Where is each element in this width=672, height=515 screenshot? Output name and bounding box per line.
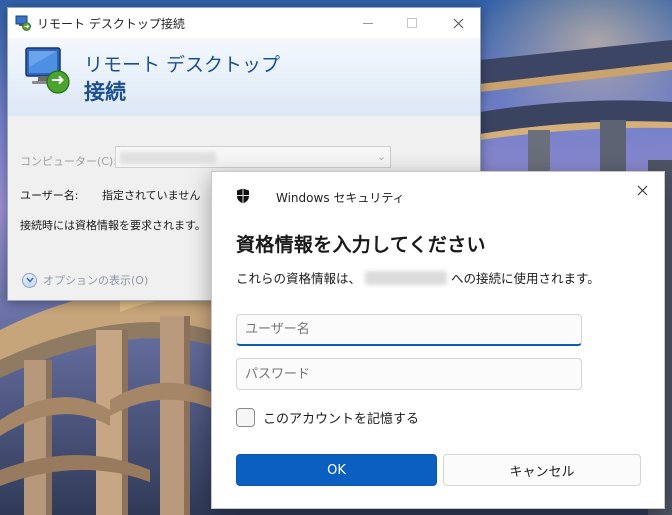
chevron-down-icon[interactable]: ⌄	[377, 150, 386, 163]
expand-chevron-icon	[22, 272, 37, 288]
show-options-toggle[interactable]: オプションの表示(O)	[22, 272, 148, 288]
dialog-close-button[interactable]	[622, 174, 662, 206]
description-prefix: これらの資格情報は、	[236, 271, 362, 286]
close-icon	[637, 185, 647, 195]
credentials-note: 接続時には資格情報を要求されます。	[20, 219, 206, 232]
shield-icon	[237, 188, 249, 204]
username-value: 指定されていません	[102, 189, 201, 202]
username-input[interactable]	[236, 314, 582, 346]
rdp-banner-title: リモート デスクトップ	[84, 54, 281, 76]
security-dialog-title: Windows セキュリティ	[276, 191, 405, 205]
credentials-heading: 資格情報を入力してください	[236, 234, 486, 256]
computer-label: コンピューター(C):	[20, 155, 117, 168]
credentials-description: これらの資格情報は、 への接続に使用されます。	[236, 268, 600, 287]
redacted-host-name	[365, 270, 448, 285]
remember-account-label: このアカウントを記憶する	[263, 412, 420, 427]
description-suffix: への接続に使用されます。	[451, 271, 600, 286]
remember-account-checkbox[interactable]	[236, 408, 255, 427]
minimize-icon	[363, 22, 373, 24]
show-options-label: オプションの表示(O)	[43, 274, 149, 287]
remote-desktop-icon	[15, 15, 31, 31]
ok-button[interactable]: OK	[236, 454, 437, 486]
close-icon	[453, 18, 463, 28]
rdp-banner-subtitle: 接続	[84, 80, 126, 104]
close-button[interactable]	[436, 8, 480, 38]
rdp-titlebar[interactable]: リモート デスクトップ接続	[8, 8, 480, 38]
rdp-banner: リモート デスクトップ 接続	[8, 38, 480, 116]
computer-combobox[interactable]: ⌄	[115, 146, 391, 168]
redacted-computer-name	[120, 152, 216, 164]
minimize-button[interactable]	[346, 8, 390, 38]
maximize-icon	[407, 18, 417, 28]
password-input[interactable]	[236, 358, 582, 390]
rdp-window-title: リモート デスクトップ接続	[37, 17, 185, 31]
cancel-button[interactable]: キャンセル	[443, 454, 641, 486]
remember-account-row[interactable]: このアカウントを記憶する	[236, 408, 419, 427]
username-label: ユーザー名:	[20, 189, 79, 202]
monitor-connection-icon	[25, 47, 70, 94]
maximize-button[interactable]	[390, 8, 434, 38]
windows-security-dialog: Windows セキュリティ 資格情報を入力してください これらの資格情報は、 …	[211, 171, 665, 509]
